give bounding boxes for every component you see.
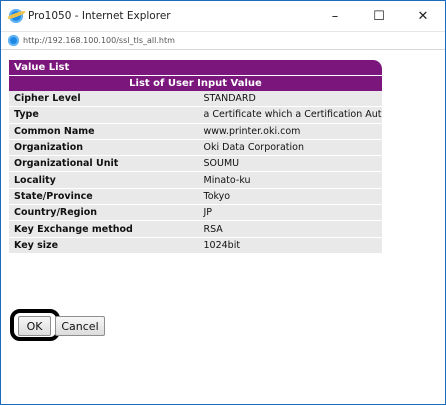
minimize-icon[interactable]: –: [313, 1, 357, 31]
table-row: Key size 1024bit: [9, 237, 382, 254]
internet-explorer-icon: [9, 9, 23, 23]
maximize-icon[interactable]: ☐: [357, 1, 401, 31]
row-label: Key Exchange method: [9, 220, 196, 238]
table-row: Key Exchange method RSA: [9, 220, 382, 238]
row-label: Key size: [9, 237, 196, 254]
row-label: Common Name: [9, 123, 196, 140]
row-label: Cipher Level: [9, 91, 196, 108]
row-label: Organizational Unit: [9, 155, 196, 173]
row-value: Minato-ku: [195, 171, 382, 189]
row-label: Country/Region: [9, 204, 196, 222]
row-value: JP: [195, 204, 382, 222]
ok-button[interactable]: OK: [18, 316, 51, 336]
value-list-panel: Value List List of User Input Value Ciph…: [9, 60, 382, 254]
table-heading: List of User Input Value: [9, 75, 382, 91]
row-value: Oki Data Corporation: [195, 139, 382, 157]
table-row: Type a Certificate which a Certification …: [9, 106, 382, 124]
row-label: Type: [9, 106, 196, 124]
window-controls: – ☐ ✕: [313, 1, 445, 31]
row-value: STANDARD: [195, 91, 382, 108]
table-row: Organization Oki Data Corporation: [9, 139, 382, 157]
row-value: 1024bit: [195, 237, 382, 254]
row-label: Locality: [9, 171, 196, 189]
row-value: Tokyo: [195, 188, 382, 206]
cancel-button[interactable]: Cancel: [55, 316, 105, 336]
page-icon: [8, 35, 19, 46]
table-row: Country/Region JP: [9, 204, 382, 222]
close-icon[interactable]: ✕: [401, 1, 445, 31]
panel-title: Value List: [9, 60, 382, 75]
row-label: State/Province: [9, 188, 196, 206]
address-bar[interactable]: http://192.168.100.100/ssl_tls_all.htm: [1, 31, 445, 50]
row-value: www.printer.oki.com: [195, 123, 382, 140]
table-row: Locality Minato-ku: [9, 171, 382, 189]
table-row: Common Name www.printer.oki.com: [9, 123, 382, 140]
row-value: a Certificate which a Certification Auth…: [195, 106, 382, 124]
window-title: Pro1050 - Internet Explorer: [28, 10, 171, 22]
table-row: Cipher Level STANDARD: [9, 91, 382, 108]
value-table: List of User Input Value Cipher Level STA…: [9, 75, 382, 254]
row-value: SOUMU: [195, 155, 382, 173]
row-value: RSA: [195, 220, 382, 238]
row-label: Organization: [9, 139, 196, 157]
title-bar[interactable]: Pro1050 - Internet Explorer – ☐ ✕: [1, 1, 445, 31]
url-text[interactable]: http://192.168.100.100/ssl_tls_all.htm: [23, 36, 175, 45]
browser-window: Pro1050 - Internet Explorer – ☐ ✕ http:/…: [0, 0, 446, 405]
table-row: State/Province Tokyo: [9, 188, 382, 206]
table-row: Organizational Unit SOUMU: [9, 155, 382, 173]
page-content: Value List List of User Input Value Ciph…: [1, 50, 445, 404]
